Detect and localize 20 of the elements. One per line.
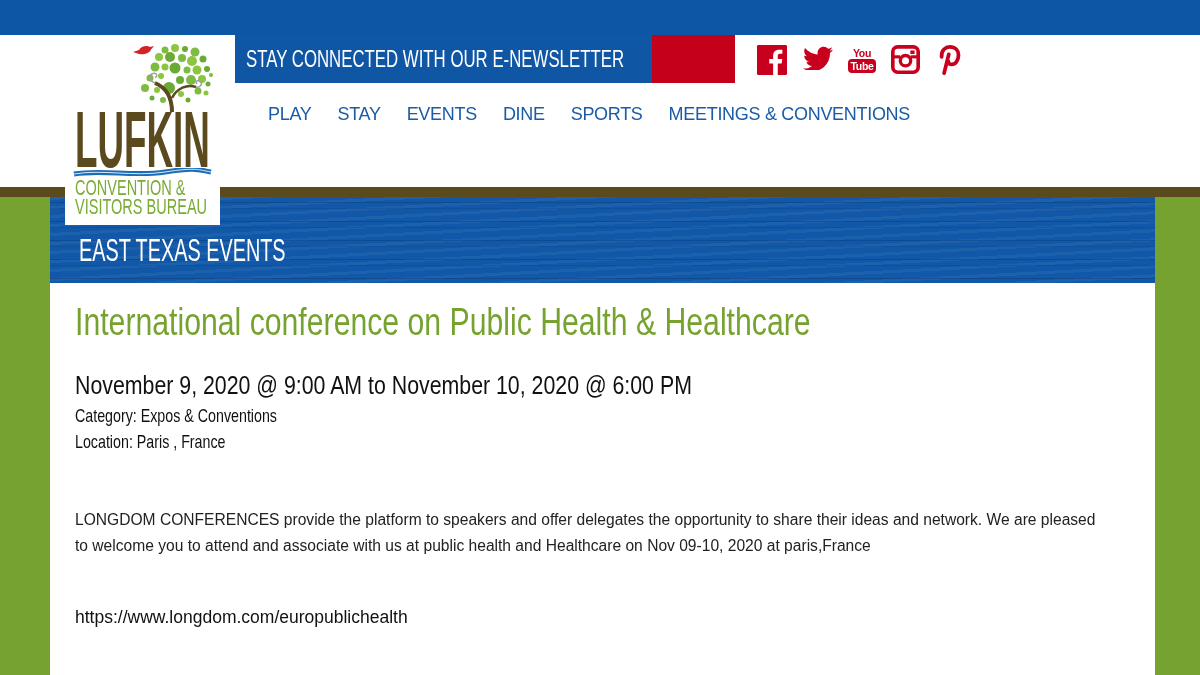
logo-tagline: VISITORS BUREAU xyxy=(75,197,208,216)
facebook-icon[interactable] xyxy=(757,45,787,75)
nav-link[interactable]: PLAY xyxy=(268,100,312,128)
nav-link[interactable]: STAY xyxy=(337,100,381,128)
banner-title: EAST TEXAS EVENTS xyxy=(79,233,286,267)
twitter-icon[interactable] xyxy=(803,45,833,70)
nav-link[interactable]: EVENTS xyxy=(406,100,477,128)
event-date: November 9, 2020 @ 9:00 AM to November 10, 2020 @ 6:00 PM xyxy=(75,369,692,401)
event-title: International conference on Public Health & Healthcare xyxy=(75,300,811,344)
logo-tagline: CONVENTION & xyxy=(75,178,186,197)
event-description: LONGDOM CONFERENCES provide the platform to speakers and offer delegates the opportunity to share their ideas and network. We are pleased to welcome you to attend and associate with us at public health and Healthcare on Nov 09-10, 2020 at paris,France xyxy=(75,510,1097,556)
nav-link[interactable]: SPORTS xyxy=(570,100,643,128)
newsletter-link[interactable]: STAY CONNECTED WITH OUR E-NEWSLETTER xyxy=(235,35,652,83)
nav-link[interactable]: DINE xyxy=(502,100,545,128)
logo-wordmark: LUFKIN xyxy=(75,112,210,168)
nav-link[interactable]: MEETINGS & CONVENTIONS xyxy=(668,100,910,128)
event-category: Category: Expos & Conventions xyxy=(75,404,277,428)
url-text: https://www.longdom.com/europublichealth xyxy=(75,606,408,629)
event-location: Location: Paris , France xyxy=(75,430,226,454)
instagram-icon[interactable] xyxy=(891,45,920,74)
